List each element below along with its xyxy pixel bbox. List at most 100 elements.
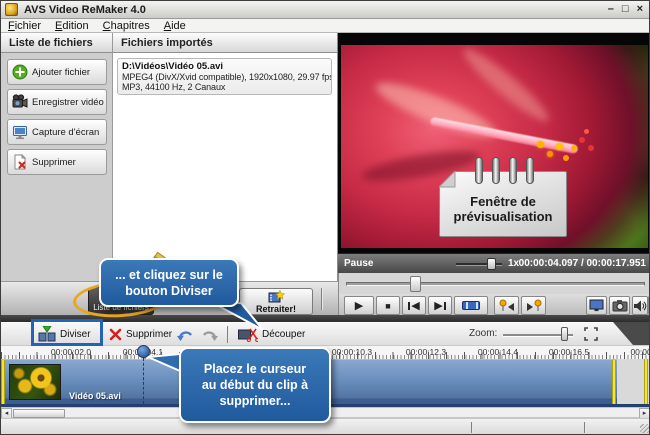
- file-audio-info: MP3, 44100 Hz, 2 Canaux: [122, 82, 327, 92]
- reprocess-icon: [268, 290, 285, 304]
- timecode: 00:00:04.097 / 00:00:17.951: [519, 258, 650, 269]
- callout-place-line1: Placez le curseur: [204, 361, 306, 377]
- menu-aide[interactable]: Aide: [164, 20, 186, 32]
- separator: [321, 288, 322, 310]
- ruler-label: 00:00:10.3: [332, 347, 372, 357]
- delete-file-label: Supprimer: [32, 157, 76, 168]
- undo-button[interactable]: [173, 324, 198, 344]
- play-button[interactable]: ▶: [344, 296, 374, 315]
- zoom-slider-handle[interactable]: [561, 327, 568, 341]
- camcorder-icon: [12, 94, 28, 110]
- add-file-button[interactable]: Ajouter fichier: [7, 59, 107, 85]
- next-scene-button[interactable]: ▶: [428, 296, 452, 315]
- note-ring: [492, 157, 500, 184]
- imported-files-header: Fichiers importés: [113, 33, 337, 53]
- fullscreen-button[interactable]: [586, 296, 607, 315]
- app-icon: [5, 3, 18, 16]
- next-bar-icon: [444, 302, 446, 310]
- title-bar: AVS Video ReMaker 4.0 – □ ×: [1, 1, 650, 19]
- imported-files-panel: Fichiers importés D:\Vidéos\Vidéo 05.avi…: [113, 33, 338, 281]
- note-ring: [526, 157, 534, 184]
- snapshot-button[interactable]: [609, 296, 630, 315]
- delete-clip-button[interactable]: Supprimer: [105, 324, 176, 344]
- note-ring: [475, 157, 483, 184]
- separator: [584, 422, 585, 433]
- scrollbar-thumb[interactable]: [13, 409, 65, 418]
- seek-slider-track[interactable]: [346, 282, 645, 286]
- file-name: D:\Vidéos\Vidéo 05.avi: [122, 61, 327, 72]
- callout-click-diviser: ... et cliquez sur le bouton Diviser: [99, 258, 239, 307]
- screen-capture-button[interactable]: Capture d'écran: [7, 119, 107, 145]
- file-list-panel: Liste de fichiers Ajouter fichier Enregi…: [1, 33, 113, 281]
- note-ring: [509, 157, 517, 184]
- scene-browse-button[interactable]: [454, 296, 488, 315]
- camera-icon: [612, 299, 628, 312]
- separator: [471, 422, 472, 433]
- timeline-cursor-line: [143, 358, 144, 404]
- transport-status-bar: Pause 1x 00:00:04.097 / 00:00:17.951: [338, 253, 650, 273]
- zoom-label: Zoom:: [469, 328, 497, 339]
- file-video-info: MPEG4 (DivX/Xvid compatible), 1920x1080,…: [122, 72, 327, 82]
- monitor-icon: [12, 124, 28, 140]
- delete-x-icon: [109, 328, 122, 341]
- menu-fichier[interactable]: Fichier: [8, 20, 41, 32]
- speed-value: 1x: [508, 258, 519, 269]
- menu-edition[interactable]: Edition: [55, 20, 89, 32]
- delete-file-button[interactable]: Supprimer: [7, 149, 107, 175]
- clip-label: Vidéo 05.avi: [69, 391, 121, 401]
- file-list-panel-header: Liste de fichiers: [1, 33, 112, 53]
- screen-icon: [589, 299, 604, 312]
- note-line-1: Fenêtre de: [470, 194, 536, 209]
- fit-timeline-icon[interactable]: [584, 327, 598, 341]
- callout-place-cursor: Placez le curseur au début du clip à sup…: [179, 347, 331, 423]
- screen-capture-label: Capture d'écran: [32, 127, 99, 138]
- edge-marker: [644, 359, 648, 404]
- file-list-item[interactable]: D:\Vidéos\Vidéo 05.avi MPEG4 (DivX/Xvid …: [117, 58, 332, 95]
- note-fold-corner: [439, 171, 457, 189]
- callout-click-text: ... et cliquez sur le bouton Diviser: [105, 267, 233, 299]
- minimize-button[interactable]: –: [608, 4, 614, 15]
- add-file-label: Ajouter fichier: [32, 67, 90, 78]
- menu-chapitres[interactable]: Chapitres: [103, 20, 150, 32]
- playback-controls: ▶ ■ ◀ ▶: [338, 294, 650, 315]
- previous-marker-button[interactable]: [494, 296, 519, 315]
- window-title: AVS Video ReMaker 4.0: [24, 4, 146, 16]
- speed-slider-handle[interactable]: [487, 258, 496, 270]
- clip-thumbnail: [9, 364, 61, 400]
- record-video-label: Enregistrer vidéo: [32, 97, 104, 108]
- callout-place-line2: au début du clip à: [202, 377, 308, 393]
- ruler-label: 00:00:14.4: [478, 347, 518, 357]
- close-button[interactable]: ×: [637, 4, 643, 15]
- split-button-highlight: [31, 319, 103, 346]
- ruler-label: 00:00:02.0: [51, 347, 91, 357]
- delete-clip-label: Supprimer: [126, 329, 172, 340]
- ruler-label: 00:00:16.5: [549, 347, 589, 357]
- speaker-icon: [633, 299, 647, 313]
- callout-place-line3: supprimer...: [220, 393, 291, 409]
- seek-bar-row: [338, 273, 650, 294]
- resize-grip[interactable]: [640, 424, 649, 433]
- marker-right-icon: [526, 299, 542, 313]
- seek-slider-handle[interactable]: [410, 276, 421, 292]
- add-icon: [12, 64, 28, 80]
- volume-button[interactable]: [632, 296, 648, 315]
- film-clip-icon: [462, 301, 480, 310]
- next-marker-button[interactable]: [521, 296, 546, 315]
- undo-icon: [177, 328, 194, 341]
- note-line-2: prévisualisation: [454, 209, 553, 224]
- record-video-button[interactable]: Enregistrer vidéo: [7, 89, 107, 115]
- prev-bar-icon: [408, 302, 410, 310]
- previous-scene-button[interactable]: ◀: [402, 296, 426, 315]
- stop-button[interactable]: ■: [376, 296, 400, 315]
- clip-start-marker: [1, 360, 5, 405]
- maximize-button[interactable]: □: [622, 4, 629, 15]
- marker-left-icon: [499, 299, 515, 313]
- menu-bar: Fichier Edition Chapitres Aide: [1, 19, 650, 33]
- ruler-label: 00:00:18: [630, 347, 650, 357]
- app-window: AVS Video ReMaker 4.0 – □ × Fichier Edit…: [0, 0, 650, 435]
- delete-file-icon: [12, 154, 28, 170]
- ruler-label: 00:00:12.3: [406, 347, 446, 357]
- preview-note-annotation: Fenêtre de prévisualisation: [439, 171, 567, 237]
- clip-end-marker: [612, 360, 616, 405]
- playback-status: Pause: [338, 258, 373, 269]
